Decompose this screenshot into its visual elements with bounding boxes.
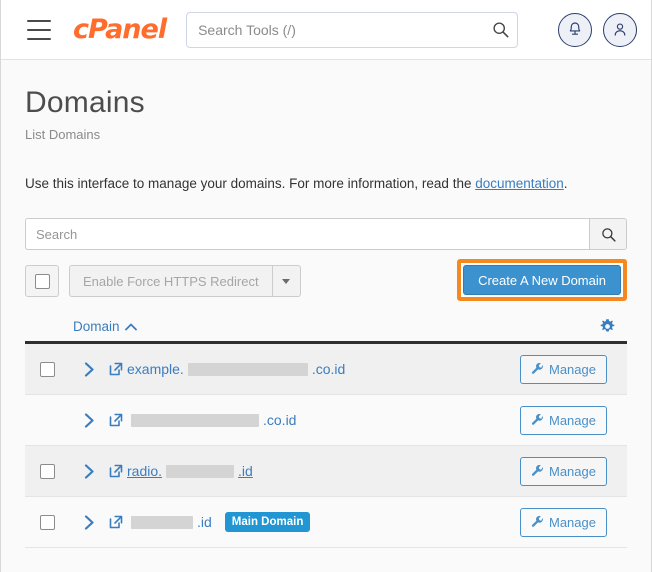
chevron-right-icon (84, 361, 94, 377)
row-manage-cell: Manage (520, 354, 616, 384)
hamburger-icon[interactable] (27, 19, 51, 40)
wrench-icon (531, 362, 543, 374)
chevron-right-icon (84, 463, 94, 479)
notifications-button[interactable] (558, 12, 592, 47)
row-domain-cell: .co.id (109, 412, 520, 428)
redaction-bar (131, 413, 259, 427)
documentation-link[interactable]: documentation (475, 176, 564, 191)
account-button[interactable] (603, 12, 637, 47)
external-link-icon (109, 464, 123, 478)
row-checkbox[interactable] (39, 463, 55, 479)
manage-button-label: Manage (549, 514, 596, 530)
wrench-icon (531, 464, 543, 476)
page-subtitle: List Domains (25, 127, 101, 142)
external-link-icon (109, 413, 123, 427)
caret-down-icon (282, 278, 291, 284)
user-icon (614, 23, 626, 36)
main-content: Domains List Domains Use this interface … (1, 86, 651, 548)
manage-button[interactable]: Manage (520, 456, 607, 486)
manage-button[interactable]: Manage (520, 354, 607, 384)
checkbox-square (34, 273, 50, 289)
table-row[interactable]: example. .co.id Manage (25, 344, 627, 395)
domain-prefix: example. (127, 361, 184, 377)
domain-link[interactable]: .co.id (109, 412, 296, 428)
row-expand-toggle[interactable] (69, 361, 109, 377)
column-header-domain[interactable]: Domain (73, 319, 137, 334)
table-header-row: Domain (25, 312, 627, 344)
manage-button-label: Manage (549, 463, 596, 479)
domain-suffix: .id (238, 463, 253, 479)
redaction-bar (166, 464, 235, 478)
app-header: cPanel (1, 0, 651, 60)
domain-prefix: radio. (127, 463, 163, 479)
chevron-up-icon (124, 323, 137, 330)
cpanel-page: cPanel Domains List Domains (0, 0, 652, 572)
table-row[interactable]: radio. .id Manage (25, 446, 627, 497)
row-manage-cell: Manage (520, 405, 616, 435)
row-checkbox-cell (25, 361, 69, 377)
tools-search (186, 11, 519, 48)
redaction-bar (131, 515, 193, 529)
row-checkbox-cell (25, 514, 69, 530)
tools-search-input[interactable] (186, 11, 519, 48)
domain-search-row (25, 218, 627, 250)
row-manage-cell: Manage (520, 507, 616, 537)
domain-suffix: .co.id (311, 361, 346, 377)
manage-button-label: Manage (549, 412, 596, 428)
domain-link[interactable]: example. .co.id (109, 361, 345, 377)
domain-suffix: .co.id (263, 412, 297, 428)
row-manage-cell: Manage (520, 456, 616, 486)
domain-search-input[interactable] (25, 218, 589, 250)
row-expand-toggle[interactable] (69, 463, 109, 479)
wrench-icon (531, 515, 543, 527)
page-title: Domains (25, 86, 145, 119)
external-link-icon (109, 362, 123, 376)
create-domain-highlight: Create A New Domain (457, 259, 627, 301)
search-icon (601, 227, 616, 242)
manage-button-label: Manage (549, 361, 596, 377)
domain-link[interactable]: .id (109, 514, 212, 530)
chevron-right-icon (84, 412, 94, 428)
chevron-right-icon (84, 514, 94, 530)
domains-table: Domain example. .co.id Manage .co.id Man… (25, 312, 627, 548)
toolbar-row: Enable Force HTTPS Redirect Create A New… (25, 259, 627, 301)
intro-text-before: Use this interface to manage your domain… (25, 176, 476, 191)
force-https-dropdown-toggle[interactable] (272, 265, 301, 297)
cpanel-logo[interactable]: cPanel (73, 14, 167, 45)
row-domain-cell: radio. .id (109, 463, 520, 479)
column-header-domain-label: Domain (73, 319, 120, 334)
domain-suffix: .id (197, 514, 212, 530)
table-row[interactable]: .id Main Domain Manage (25, 497, 627, 548)
force-https-split-button: Enable Force HTTPS Redirect (69, 265, 301, 297)
manage-button[interactable]: Manage (520, 507, 607, 537)
intro-text: Use this interface to manage your domain… (25, 176, 627, 191)
gear-icon (600, 319, 615, 332)
domain-link[interactable]: radio. .id (109, 463, 253, 479)
row-domain-cell: .id Main Domain (109, 512, 520, 532)
redaction-bar (187, 362, 308, 376)
main-domain-badge: Main Domain (224, 512, 311, 532)
table-row[interactable]: .co.id Manage (25, 395, 627, 446)
row-domain-cell: example. .co.id (109, 361, 520, 377)
enable-force-https-button[interactable]: Enable Force HTTPS Redirect (69, 265, 273, 297)
wrench-icon (531, 413, 543, 425)
domain-search-button[interactable] (589, 218, 627, 250)
manage-button[interactable]: Manage (520, 405, 607, 435)
create-new-domain-button[interactable]: Create A New Domain (463, 265, 621, 295)
select-all-checkbox[interactable] (25, 265, 59, 297)
row-checkbox-cell (25, 463, 69, 479)
row-checkbox[interactable] (39, 361, 55, 377)
row-checkbox[interactable] (39, 514, 55, 530)
row-expand-toggle[interactable] (69, 412, 109, 428)
table-settings-button[interactable] (599, 318, 627, 335)
intro-text-after: . (563, 176, 568, 191)
row-expand-toggle[interactable] (69, 514, 109, 530)
external-link-icon (109, 515, 123, 529)
bell-icon (569, 22, 581, 35)
